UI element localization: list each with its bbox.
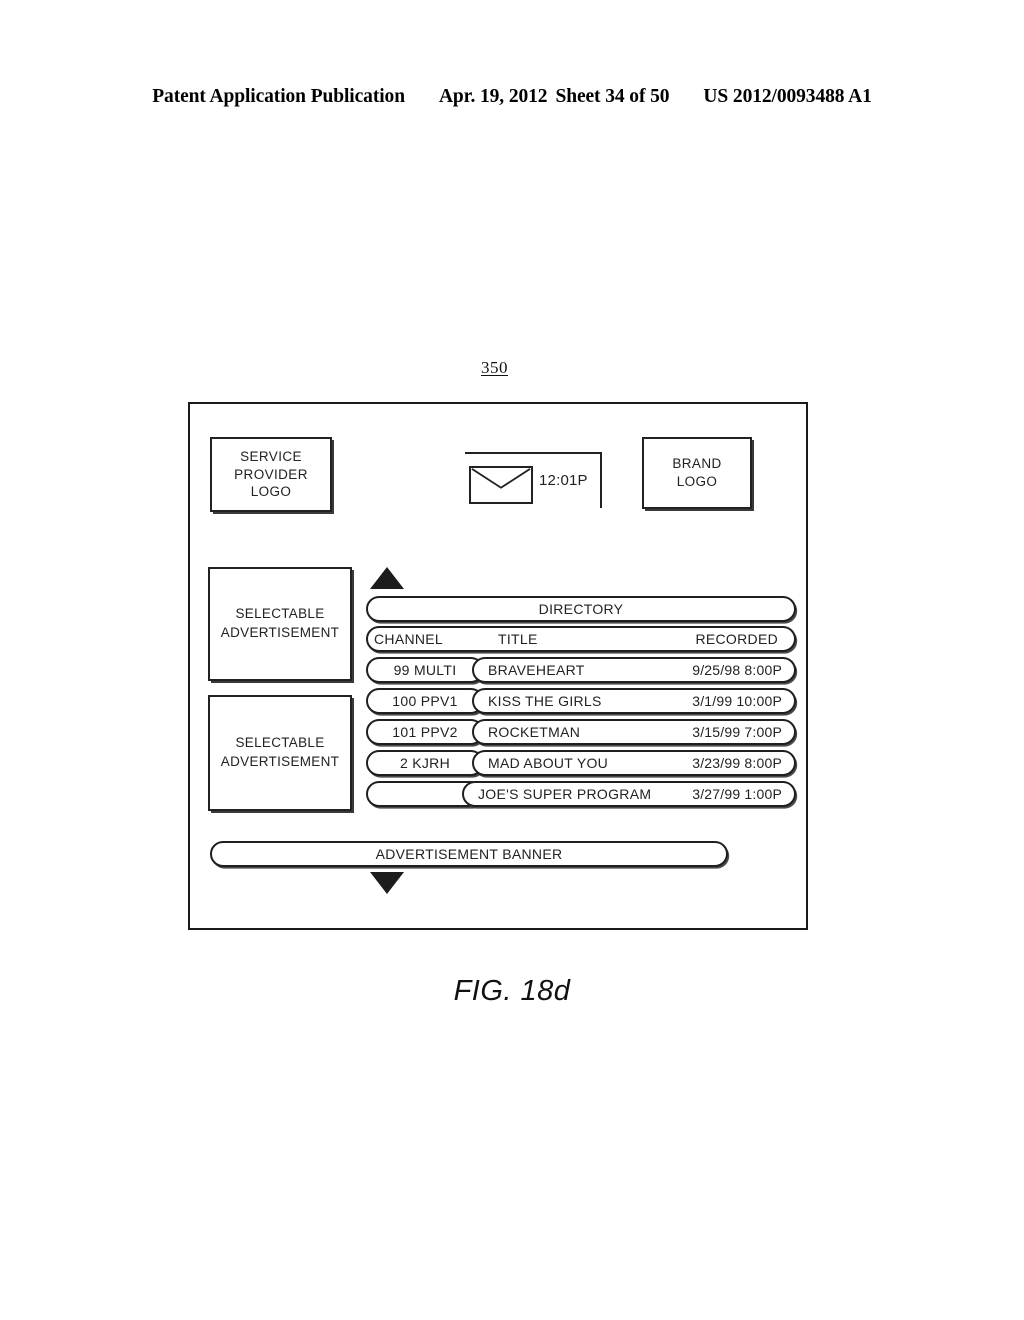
selectable-advertisement-1-line2: ADVERTISEMENT	[220, 625, 340, 640]
service-provider-logo-line2: PROVIDER	[234, 466, 308, 482]
row-channel-pill[interactable]: 2 KJRH	[366, 750, 484, 776]
row-channel-pill[interactable]: 100 PPV1	[366, 688, 484, 714]
publication-date: Apr. 19, 2012	[438, 86, 548, 107]
row-channel-pill[interactable]: 101 PPV2	[366, 719, 484, 745]
table-row: 100 PPV1 KISS THE GIRLS 3/1/99 10:00P	[366, 688, 796, 714]
brand-logo-line2: LOGO	[676, 474, 718, 489]
brand-logo-line1: BRAND	[672, 456, 722, 472]
row-title-label: MAD ABOUT YOU	[488, 755, 609, 771]
table-row: 2 KJRH MAD ABOUT YOU 3/23/99 8:00P	[366, 750, 796, 776]
directory-listing: DIRECTORY CHANNEL TITLE RECORDED 99 MULT…	[366, 596, 796, 812]
row-program-pill[interactable]: ROCKETMAN 3/15/99 7:00P	[472, 719, 796, 745]
row-program-pill[interactable]: KISS THE GIRLS 3/1/99 10:00P	[472, 688, 796, 714]
table-row: JOE'S SUPER PROGRAM 3/27/99 1:00P	[366, 781, 796, 807]
row-program-pill[interactable]: JOE'S SUPER PROGRAM 3/27/99 1:00P	[462, 781, 796, 807]
row-recorded-label: 9/25/98 8:00P	[692, 662, 782, 678]
row-recorded-label: 3/27/99 1:00P	[692, 786, 782, 802]
row-title-label: KISS THE GIRLS	[488, 693, 602, 709]
row-program-pill[interactable]: MAD ABOUT YOU 3/23/99 8:00P	[472, 750, 796, 776]
column-header-title: TITLE	[498, 631, 538, 647]
triangle-down-icon[interactable]	[370, 872, 404, 894]
publication-header: Patent Application Publication Apr. 19, …	[0, 86, 1024, 108]
selectable-advertisement-2-line2: ADVERTISEMENT	[220, 754, 340, 769]
triangle-up-icon[interactable]	[370, 567, 404, 589]
row-channel-label: 99 MULTI	[393, 662, 457, 678]
row-recorded-label: 3/23/99 8:00P	[692, 755, 782, 771]
tv-screen-frame: SERVICE PROVIDER LOGO 12:01P BRAND LOGO …	[188, 402, 808, 930]
service-provider-logo-line1: SERVICE	[240, 448, 302, 464]
brand-logo[interactable]: BRAND LOGO	[642, 437, 752, 509]
row-title-label: BRAVEHEART	[488, 662, 585, 678]
row-recorded-label: 3/15/99 7:00P	[692, 724, 782, 740]
directory-title-pill[interactable]: DIRECTORY	[366, 596, 796, 622]
table-row: 99 MULTI BRAVEHEART 9/25/98 8:00P	[366, 657, 796, 683]
column-header-channel: CHANNEL	[374, 631, 444, 647]
selectable-advertisement-1[interactable]: SELECTABLE ADVERTISEMENT	[208, 567, 352, 681]
table-row: 101 PPV2 ROCKETMAN 3/15/99 7:00P	[366, 719, 796, 745]
row-title-label: ROCKETMAN	[488, 724, 581, 740]
column-header-recorded: RECORDED	[695, 631, 778, 647]
row-channel-label: 100 PPV1	[392, 693, 458, 709]
directory-column-headers: CHANNEL TITLE RECORDED	[366, 626, 796, 652]
row-program-pill[interactable]: BRAVEHEART 9/25/98 8:00P	[472, 657, 796, 683]
sheet-number: Sheet 34 of 50	[555, 86, 670, 107]
row-channel-pill[interactable]: 99 MULTI	[366, 657, 484, 683]
publication-number: US 2012/0093488 A1	[703, 86, 872, 107]
clock-time: 12:01P	[539, 472, 588, 489]
row-channel-label: 101 PPV2	[392, 724, 458, 740]
service-provider-logo-line3: LOGO	[250, 484, 292, 500]
row-recorded-label: 3/1/99 10:00P	[692, 693, 782, 709]
selectable-advertisement-2[interactable]: SELECTABLE ADVERTISEMENT	[208, 695, 352, 811]
status-bar: 12:01P	[465, 452, 602, 508]
advertisement-banner-label: ADVERTISEMENT BANNER	[375, 846, 563, 862]
directory-title-label: DIRECTORY	[538, 601, 624, 617]
advertisement-banner[interactable]: ADVERTISEMENT BANNER	[210, 841, 728, 867]
service-provider-logo[interactable]: SERVICE PROVIDER LOGO	[210, 437, 332, 512]
selectable-advertisement-1-line1: SELECTABLE	[235, 606, 325, 622]
figure-reference-numeral: 350	[481, 358, 508, 377]
figure-caption: FIG. 18d	[453, 975, 571, 1007]
row-title-label: JOE'S SUPER PROGRAM	[478, 786, 652, 802]
row-channel-label: 2 KJRH	[399, 755, 451, 771]
envelope-icon[interactable]	[469, 466, 533, 504]
selectable-advertisement-2-line1: SELECTABLE	[235, 735, 325, 751]
publication-type: Patent Application Publication	[152, 86, 405, 107]
